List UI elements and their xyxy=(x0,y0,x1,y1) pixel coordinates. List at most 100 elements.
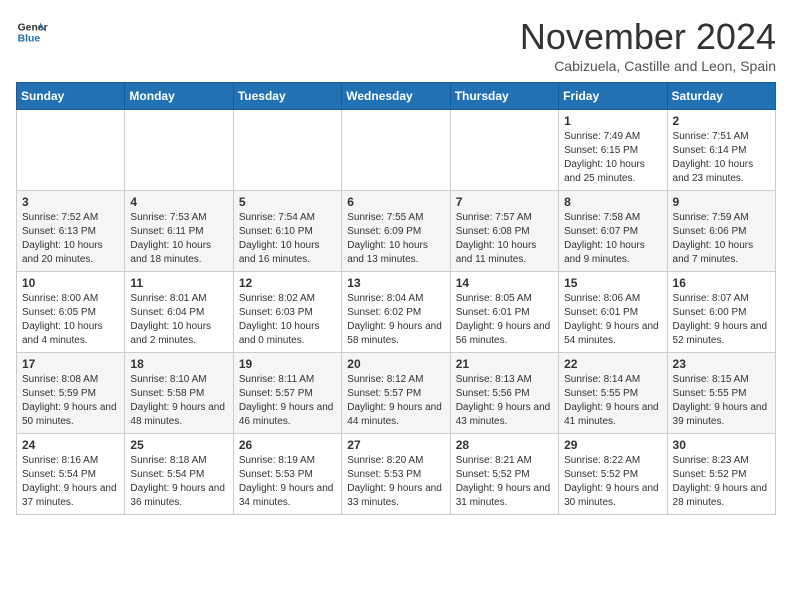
day-cell: 19 Sunrise: 8:11 AMSunset: 5:57 PMDayligh… xyxy=(233,353,341,434)
day-cell: 26Sunrise: 8:19 AMSunset: 5:53 PMDayligh… xyxy=(233,434,341,515)
day-cell: 11 Sunrise: 8:01 AMSunset: 6:04 PMDayligh… xyxy=(125,272,233,353)
day-number: 28 xyxy=(456,438,553,452)
day-number: 3 xyxy=(22,195,119,209)
day-info: Sunrise: 7:55 AMSunset: 6:09 PMDaylight:… xyxy=(347,211,444,267)
day-number: 12 xyxy=(239,276,336,290)
day-cell: 1 Sunrise: 7:49 AMSunset: 6:15 PMDaylight… xyxy=(559,110,667,191)
day-cell: 21 Sunrise: 8:13 AMSunset: 5:56 PMDayligh… xyxy=(450,353,558,434)
day-cell xyxy=(17,110,125,191)
day-info: Sunrise: 8:14 AMSunset: 5:55 PMDaylight:… xyxy=(564,373,661,429)
day-info: Sunrise: 8:15 AMSunset: 5:55 PMDaylight:… xyxy=(673,373,770,429)
day-info: Sunrise: 8:05 AMSunset: 6:01 PMDaylight:… xyxy=(456,292,553,348)
day-info: Sunrise: 8:01 AMSunset: 6:04 PMDaylight:… xyxy=(130,292,227,348)
day-cell: 25 Sunrise: 8:18 AMSunset: 5:54 PMDayligh… xyxy=(125,434,233,515)
day-number: 17 xyxy=(22,357,119,371)
day-number: 29 xyxy=(564,438,661,452)
day-cell: 2Sunrise: 7:51 AMSunset: 6:14 PMDaylight… xyxy=(667,110,775,191)
day-number: 13 xyxy=(347,276,444,290)
day-info: Sunrise: 8:10 AMSunset: 5:58 PMDaylight:… xyxy=(130,373,227,429)
day-cell: 15 Sunrise: 8:06 AMSunset: 6:01 PMDayligh… xyxy=(559,272,667,353)
day-cell: 9 Sunrise: 7:59 AMSunset: 6:06 PMDaylight… xyxy=(667,191,775,272)
day-cell: 10 Sunrise: 8:00 AMSunset: 6:05 PMDayligh… xyxy=(17,272,125,353)
day-info: Sunrise: 7:57 AMSunset: 6:08 PMDaylight:… xyxy=(456,211,553,267)
logo: General Blue xyxy=(16,16,48,48)
day-info: Sunrise: 8:13 AMSunset: 5:56 PMDaylight:… xyxy=(456,373,553,429)
page-header: General Blue November 2024 Cabizuela, Ca… xyxy=(16,16,776,74)
day-info: Sunrise: 7:53 AMSunset: 6:11 PMDaylight:… xyxy=(130,211,227,267)
day-number: 1 xyxy=(564,114,661,128)
day-info: Sunrise: 8:04 AMSunset: 6:02 PMDaylight:… xyxy=(347,292,444,348)
title-block: November 2024 Cabizuela, Castille and Le… xyxy=(520,16,776,74)
day-cell: 22 Sunrise: 8:14 AMSunset: 5:55 PMDayligh… xyxy=(559,353,667,434)
week-row-4: 17 Sunrise: 8:08 AMSunset: 5:59 PMDayligh… xyxy=(17,353,776,434)
day-number: 23 xyxy=(673,357,770,371)
day-info: Sunrise: 8:18 AMSunset: 5:54 PMDaylight:… xyxy=(130,454,227,510)
day-number: 19 xyxy=(239,357,336,371)
day-cell: 24Sunrise: 8:16 AMSunset: 5:54 PMDayligh… xyxy=(17,434,125,515)
weekday-header-thursday: Thursday xyxy=(450,83,558,110)
day-info: Sunrise: 7:58 AMSunset: 6:07 PMDaylight:… xyxy=(564,211,661,267)
day-cell: 23 Sunrise: 8:15 AMSunset: 5:55 PMDayligh… xyxy=(667,353,775,434)
day-cell: 20 Sunrise: 8:12 AMSunset: 5:57 PMDayligh… xyxy=(342,353,450,434)
day-info: Sunrise: 8:21 AMSunset: 5:52 PMDaylight:… xyxy=(456,454,553,510)
day-cell xyxy=(342,110,450,191)
day-cell: 5Sunrise: 7:54 AMSunset: 6:10 PMDaylight… xyxy=(233,191,341,272)
day-number: 8 xyxy=(564,195,661,209)
day-number: 27 xyxy=(347,438,444,452)
day-cell: 12 Sunrise: 8:02 AMSunset: 6:03 PMDayligh… xyxy=(233,272,341,353)
day-cell xyxy=(450,110,558,191)
day-number: 25 xyxy=(130,438,227,452)
day-info: Sunrise: 7:59 AMSunset: 6:06 PMDaylight:… xyxy=(673,211,770,267)
day-number: 7 xyxy=(456,195,553,209)
week-row-1: 1 Sunrise: 7:49 AMSunset: 6:15 PMDaylight… xyxy=(17,110,776,191)
day-cell: 28 Sunrise: 8:21 AMSunset: 5:52 PMDayligh… xyxy=(450,434,558,515)
location-subtitle: Cabizuela, Castille and Leon, Spain xyxy=(520,58,776,74)
logo-icon: General Blue xyxy=(16,16,48,48)
weekday-header-friday: Friday xyxy=(559,83,667,110)
day-number: 22 xyxy=(564,357,661,371)
day-info: Sunrise: 8:02 AMSunset: 6:03 PMDaylight:… xyxy=(239,292,336,348)
day-info: Sunrise: 8:08 AMSunset: 5:59 PMDaylight:… xyxy=(22,373,119,429)
day-cell: 13 Sunrise: 8:04 AMSunset: 6:02 PMDayligh… xyxy=(342,272,450,353)
calendar-table: SundayMondayTuesdayWednesdayThursdayFrid… xyxy=(16,82,776,515)
day-number: 9 xyxy=(673,195,770,209)
day-info: Sunrise: 8:12 AMSunset: 5:57 PMDaylight:… xyxy=(347,373,444,429)
weekday-header-wednesday: Wednesday xyxy=(342,83,450,110)
day-cell: 4Sunrise: 7:53 AMSunset: 6:11 PMDaylight… xyxy=(125,191,233,272)
day-number: 21 xyxy=(456,357,553,371)
weekday-header-sunday: Sunday xyxy=(17,83,125,110)
day-info: Sunrise: 8:07 AMSunset: 6:00 PMDaylight:… xyxy=(673,292,770,348)
day-info: Sunrise: 8:11 AMSunset: 5:57 PMDaylight:… xyxy=(239,373,336,429)
day-cell: 18 Sunrise: 8:10 AMSunset: 5:58 PMDayligh… xyxy=(125,353,233,434)
weekday-header-saturday: Saturday xyxy=(667,83,775,110)
day-cell: 7 Sunrise: 7:57 AMSunset: 6:08 PMDaylight… xyxy=(450,191,558,272)
weekday-header-row: SundayMondayTuesdayWednesdayThursdayFrid… xyxy=(17,83,776,110)
day-info: Sunrise: 8:00 AMSunset: 6:05 PMDaylight:… xyxy=(22,292,119,348)
day-cell: 29Sunrise: 8:22 AMSunset: 5:52 PMDayligh… xyxy=(559,434,667,515)
day-info: Sunrise: 7:52 AMSunset: 6:13 PMDaylight:… xyxy=(22,211,119,267)
day-number: 6 xyxy=(347,195,444,209)
day-info: Sunrise: 7:54 AMSunset: 6:10 PMDaylight:… xyxy=(239,211,336,267)
day-cell: 3 Sunrise: 7:52 AMSunset: 6:13 PMDaylight… xyxy=(17,191,125,272)
day-cell xyxy=(233,110,341,191)
weekday-header-monday: Monday xyxy=(125,83,233,110)
day-number: 15 xyxy=(564,276,661,290)
day-number: 18 xyxy=(130,357,227,371)
week-row-3: 10 Sunrise: 8:00 AMSunset: 6:05 PMDayligh… xyxy=(17,272,776,353)
day-info: Sunrise: 8:16 AMSunset: 5:54 PMDaylight:… xyxy=(22,454,119,510)
day-number: 10 xyxy=(22,276,119,290)
day-number: 20 xyxy=(347,357,444,371)
day-number: 14 xyxy=(456,276,553,290)
day-cell: 14 Sunrise: 8:05 AMSunset: 6:01 PMDayligh… xyxy=(450,272,558,353)
day-info: Sunrise: 7:49 AMSunset: 6:15 PMDaylight:… xyxy=(564,130,661,186)
week-row-2: 3 Sunrise: 7:52 AMSunset: 6:13 PMDaylight… xyxy=(17,191,776,272)
day-info: Sunrise: 8:06 AMSunset: 6:01 PMDaylight:… xyxy=(564,292,661,348)
day-number: 30 xyxy=(673,438,770,452)
day-info: Sunrise: 8:23 AMSunset: 5:52 PMDaylight:… xyxy=(673,454,770,510)
day-number: 11 xyxy=(130,276,227,290)
day-cell: 27Sunrise: 8:20 AMSunset: 5:53 PMDayligh… xyxy=(342,434,450,515)
day-cell: 16 Sunrise: 8:07 AMSunset: 6:00 PMDayligh… xyxy=(667,272,775,353)
month-title: November 2024 xyxy=(520,16,776,58)
day-info: Sunrise: 8:19 AMSunset: 5:53 PMDaylight:… xyxy=(239,454,336,510)
day-number: 16 xyxy=(673,276,770,290)
